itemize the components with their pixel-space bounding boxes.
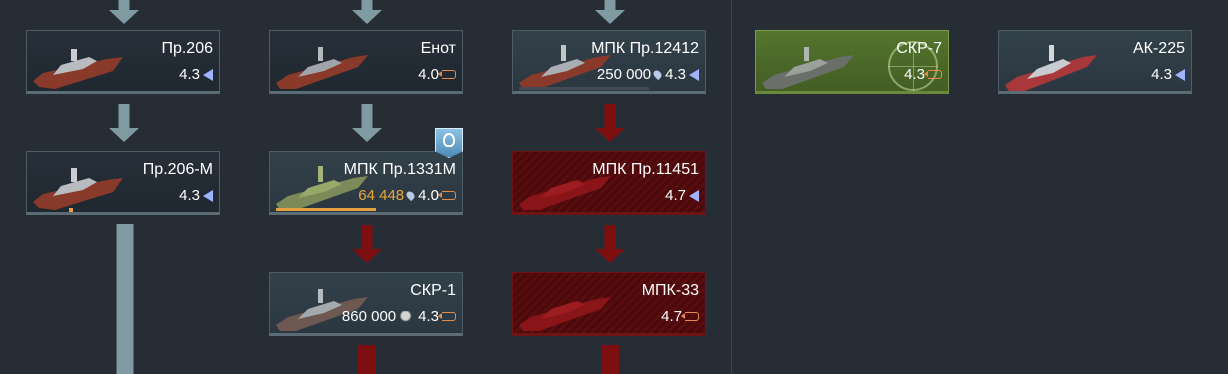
vehicle-name: Пр.206-М [142, 161, 213, 178]
arrow-pr206-to-pr206m [109, 104, 139, 142]
premium-icon [924, 70, 942, 79]
research-progress-bar [276, 208, 376, 211]
battle-rating: 4.3 [179, 66, 200, 83]
expand-tab[interactable] [35, 212, 65, 215]
vehicle-card-mpk11451[interactable]: МПК Пр.11451 4.7 [512, 151, 706, 215]
vehicle-card-pr206[interactable]: Пр.206 4.3 [26, 30, 220, 94]
premium-icon [438, 312, 456, 321]
arrow-mpk1331m-to-skr1 [352, 225, 382, 263]
arrow-into-enot [352, 0, 382, 24]
line-below-pr206m [116, 224, 133, 374]
battle-rating: 4.3 [665, 66, 686, 83]
ship-icon [33, 49, 123, 89]
vehicle-name: Енот [420, 40, 456, 57]
vehicle-card-pr206m[interactable]: Пр.206-М 4.3 [26, 151, 220, 215]
ship-icon [762, 47, 854, 89]
vehicle-card-ak225[interactable]: АК-225 4.3 [998, 30, 1192, 94]
arrow-mpk11451-to-mpk33 [595, 225, 625, 263]
vehicle-name: АК-225 [1132, 40, 1185, 57]
tree-divider [731, 0, 732, 374]
purchase-cost: 860 000 [341, 308, 397, 325]
battle-rating: 4.7 [661, 308, 682, 325]
arrow-into-pr206 [109, 0, 139, 24]
triangle-icon [203, 68, 213, 81]
ship-icon [1005, 45, 1097, 91]
expand-tab[interactable] [278, 91, 308, 94]
battle-rating: 4.3 [179, 187, 200, 204]
arrow-mpk12412-to-mpk11451 [595, 104, 625, 142]
silver-lions-icon [400, 310, 415, 323]
vehicle-name: СКР-7 [896, 40, 942, 57]
ship-icon [276, 47, 368, 89]
research-cost: 64 448 [358, 187, 405, 204]
vehicle-card-enot[interactable]: Енот 4.0 [269, 30, 463, 94]
battle-rating: 4.0 [418, 187, 439, 204]
vehicle-card-skr1[interactable]: СКР-1 860 000 4.3 [269, 272, 463, 336]
line-below-mpk33 [601, 345, 619, 374]
vehicle-card-skr7[interactable]: СКР-7 4.3 [755, 30, 949, 94]
ship-icon [519, 297, 611, 331]
battle-rating: 4.7 [665, 187, 686, 204]
research-points-icon [404, 189, 417, 202]
arrow-enot-to-mpk1331m [352, 104, 382, 142]
battle-rating: 4.3 [904, 66, 925, 83]
expand-tab[interactable] [35, 91, 65, 94]
triangle-icon [1175, 68, 1185, 81]
triangle-icon [689, 68, 699, 81]
premium-icon [438, 191, 456, 200]
vehicle-name: МПК-33 [641, 282, 699, 299]
vehicle-card-mpk1331m[interactable]: МПК Пр.1331М 64 448 4.0 [269, 151, 463, 215]
ship-icon [33, 168, 123, 212]
battle-rating: 4.0 [418, 66, 439, 83]
premium-icon [438, 70, 456, 79]
research-cost: 250 000 [596, 66, 652, 83]
triangle-icon [689, 189, 699, 202]
vehicle-card-mpk12412[interactable]: МПК Пр.12412 250 000 4.3 [512, 30, 706, 94]
vehicle-name: МПК Пр.11451 [592, 161, 699, 178]
vehicle-name: Пр.206 [161, 40, 213, 57]
battle-rating: 4.3 [418, 308, 439, 325]
line-below-skr1 [358, 345, 376, 374]
vehicle-card-mpk33[interactable]: МПК-33 4.7 [512, 272, 706, 336]
vehicle-name: СКР-1 [410, 282, 456, 299]
research-progress-track [519, 87, 649, 90]
arrow-into-mpk12412 [595, 0, 625, 24]
vehicle-name: МПК Пр.12412 [591, 40, 699, 57]
premium-icon [681, 312, 699, 321]
triangle-icon [203, 189, 213, 202]
vehicle-name: МПК Пр.1331М [343, 161, 456, 178]
battle-rating: 4.3 [1151, 66, 1172, 83]
research-points-icon [651, 68, 664, 81]
